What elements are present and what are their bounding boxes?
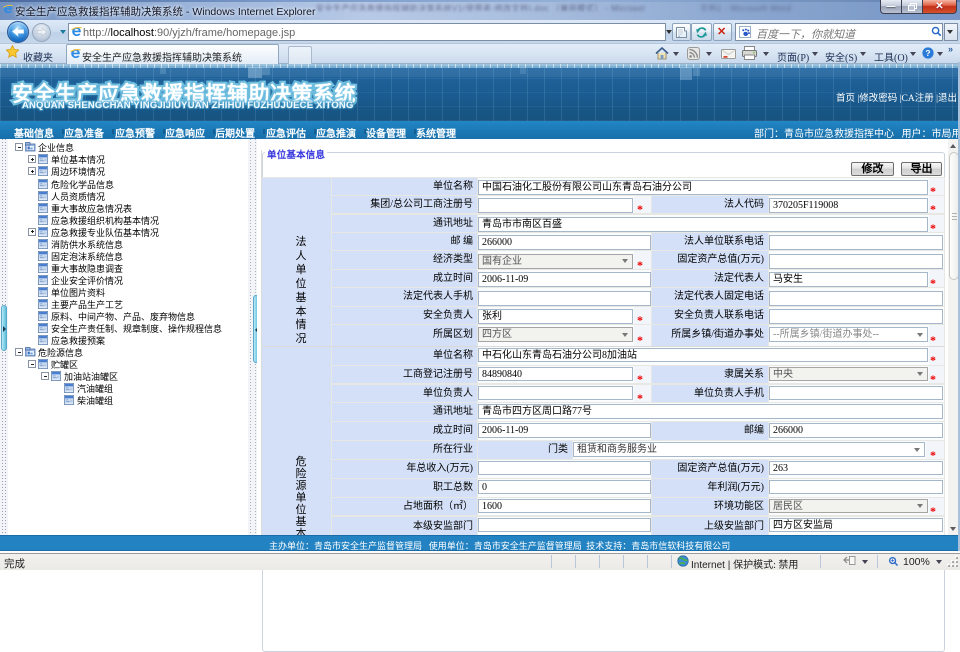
svg-text:?: ? [925, 48, 930, 58]
